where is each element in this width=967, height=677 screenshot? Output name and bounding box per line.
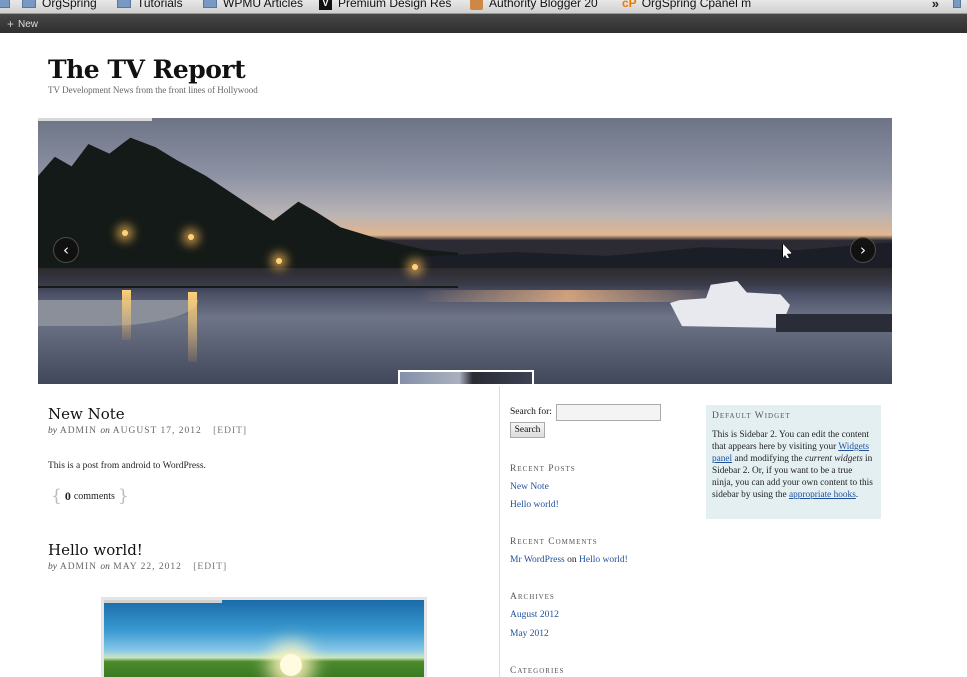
recent-comments-title: Recent Comments: [510, 537, 598, 547]
post-author-link[interactable]: ADMIN: [60, 426, 97, 436]
archives-title: Archives: [510, 592, 555, 602]
post-meta: by ADMIN on AUGUST 17, 2012 [EDIT]: [48, 426, 248, 436]
bookmark-authority-blogger[interactable]: Authority Blogger 20: [470, 0, 598, 11]
recent-post-link[interactable]: Hello world!: [510, 500, 559, 510]
post-edit-link[interactable]: [EDIT]: [213, 426, 247, 436]
post-image-sunrise: [101, 597, 427, 677]
image-progress-bar: [104, 600, 222, 603]
folder-icon: [0, 0, 10, 8]
slide-shore: [38, 268, 892, 286]
slide-trees: [38, 137, 458, 288]
comment-author-link[interactable]: Mr WordPress: [510, 555, 565, 565]
sun-shape: [280, 654, 302, 676]
default-widget: Default Widget This is Sidebar 2. You ca…: [706, 405, 881, 519]
default-widget-title: Default Widget: [712, 411, 791, 421]
site-title[interactable]: The TV Report: [48, 55, 246, 84]
post-meta: by ADMIN on MAY 22, 2012 [EDIT]: [48, 562, 228, 572]
default-widget-text: This is Sidebar 2. You can edit the cont…: [712, 430, 873, 500]
content-divider: [499, 386, 500, 677]
comment-post-link[interactable]: Hello world!: [579, 555, 628, 565]
recent-posts-title: Recent Posts: [510, 464, 576, 474]
bookmark-wpmu-articles[interactable]: WPMU Articles: [203, 0, 303, 11]
slide-sand: [38, 300, 198, 326]
bookmarks-overflow-button[interactable]: »: [932, 0, 939, 11]
bookmark-premium-design[interactable]: V Premium Design Res: [319, 0, 451, 11]
bookmark-cpanel[interactable]: cP OrgSpring Cpanel m: [622, 0, 751, 11]
recent-comment: Mr WordPress on Hello world!: [510, 555, 628, 565]
admin-new-button[interactable]: + New: [7, 17, 38, 31]
image-slider: ‹ ›: [38, 118, 892, 384]
slide-boat: [670, 280, 790, 328]
slide-light: [122, 230, 128, 236]
bookmark-edge[interactable]: [0, 0, 16, 11]
post-body: This is a post from android to WordPress…: [48, 461, 206, 471]
admin-bar: + New: [0, 14, 967, 33]
post-date: AUGUST 17, 2012: [112, 426, 202, 436]
slide-light: [412, 264, 418, 270]
slider-thumbnail[interactable]: [398, 370, 534, 384]
cpanel-icon: cP: [622, 0, 637, 10]
slide-light-reflection: [188, 292, 197, 362]
slide-sun-reflection: [418, 290, 718, 302]
slider-next-button[interactable]: ›: [850, 237, 876, 263]
appropriate-hooks-link[interactable]: appropriate hooks: [789, 490, 856, 500]
post-author-link[interactable]: ADMIN: [60, 562, 97, 572]
slider-progress-bar: [38, 118, 152, 121]
folder-icon: [953, 0, 961, 8]
site-description: TV Development News from the front lines…: [48, 85, 258, 95]
bookmarks-bar: OrgSpring Tutorials WPMU Articles V Premi…: [0, 0, 967, 14]
bookmark-tutorials[interactable]: Tutorials: [117, 0, 183, 11]
archive-link[interactable]: May 2012: [510, 629, 549, 639]
slider-prev-button[interactable]: ‹: [53, 237, 79, 263]
slide-light: [276, 258, 282, 264]
bookmark-edge-right[interactable]: [953, 0, 967, 11]
post-edit-link[interactable]: [EDIT]: [193, 562, 227, 572]
comments-count: 0: [64, 488, 71, 503]
search-button[interactable]: Search: [510, 422, 545, 438]
search-input[interactable]: [556, 404, 661, 421]
post-title-new-note[interactable]: New Note: [48, 405, 125, 423]
post-comments-link[interactable]: { 0 comments }: [48, 486, 132, 506]
recent-post-link[interactable]: New Note: [510, 482, 549, 492]
folder-icon: [117, 0, 131, 8]
post-title-hello-world[interactable]: Hello world!: [48, 541, 143, 559]
folder-icon: [203, 0, 217, 8]
slide-light: [188, 234, 194, 240]
post-date: MAY 22, 2012: [113, 562, 182, 572]
archive-link[interactable]: August 2012: [510, 610, 559, 620]
slide-light-reflection: [122, 290, 131, 340]
search-label: Search for:: [510, 407, 552, 417]
plus-icon: +: [7, 17, 15, 31]
folder-icon: [22, 0, 36, 8]
v-logo-icon: V: [319, 0, 332, 10]
authority-logo-icon: [470, 0, 483, 10]
categories-title: Categories: [510, 666, 565, 676]
bookmark-orgspring[interactable]: OrgSpring: [22, 0, 97, 11]
slide-dock: [776, 314, 892, 332]
